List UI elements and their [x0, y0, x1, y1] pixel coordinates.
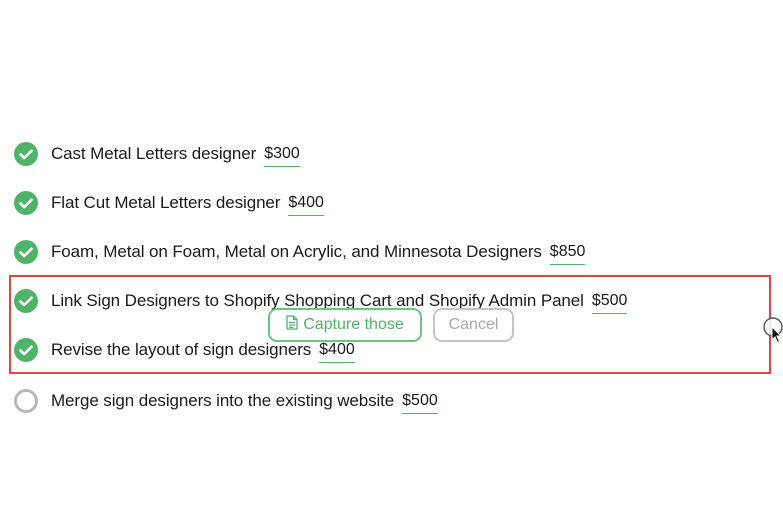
cancel-button[interactable]: Cancel — [433, 308, 514, 342]
task-label: Merge sign designers into the existing w… — [51, 391, 395, 410]
task-price[interactable]: $850 — [549, 243, 586, 265]
task-price[interactable]: $500 — [402, 392, 438, 414]
empty-circle-icon[interactable] — [14, 389, 38, 413]
task-item[interactable]: Merge sign designers into the existing w… — [14, 388, 438, 414]
check-circle-icon[interactable] — [14, 142, 38, 166]
check-circle-icon[interactable] — [14, 240, 38, 264]
task-label: Foam, Metal on Foam, Metal on Acrylic, a… — [51, 242, 542, 261]
task-item[interactable]: Foam, Metal on Foam, Metal on Acrylic, a… — [14, 239, 586, 265]
task-item[interactable]: Flat Cut Metal Letters designer $400 — [14, 190, 324, 216]
cancel-button-label: Cancel — [448, 316, 499, 333]
capture-button[interactable]: Capture those — [268, 308, 422, 342]
check-circle-icon[interactable] — [14, 191, 38, 215]
task-price[interactable]: $300 — [264, 145, 300, 167]
document-icon — [286, 315, 303, 335]
task-item[interactable]: Cast Metal Letters designer $300 — [14, 141, 300, 167]
pointer-cursor-icon — [762, 316, 783, 344]
task-price[interactable]: $400 — [288, 194, 324, 216]
capture-button-label: Capture those — [303, 316, 404, 333]
task-label: Cast Metal Letters designer — [51, 144, 257, 163]
task-label: Flat Cut Metal Letters designer — [51, 193, 281, 212]
